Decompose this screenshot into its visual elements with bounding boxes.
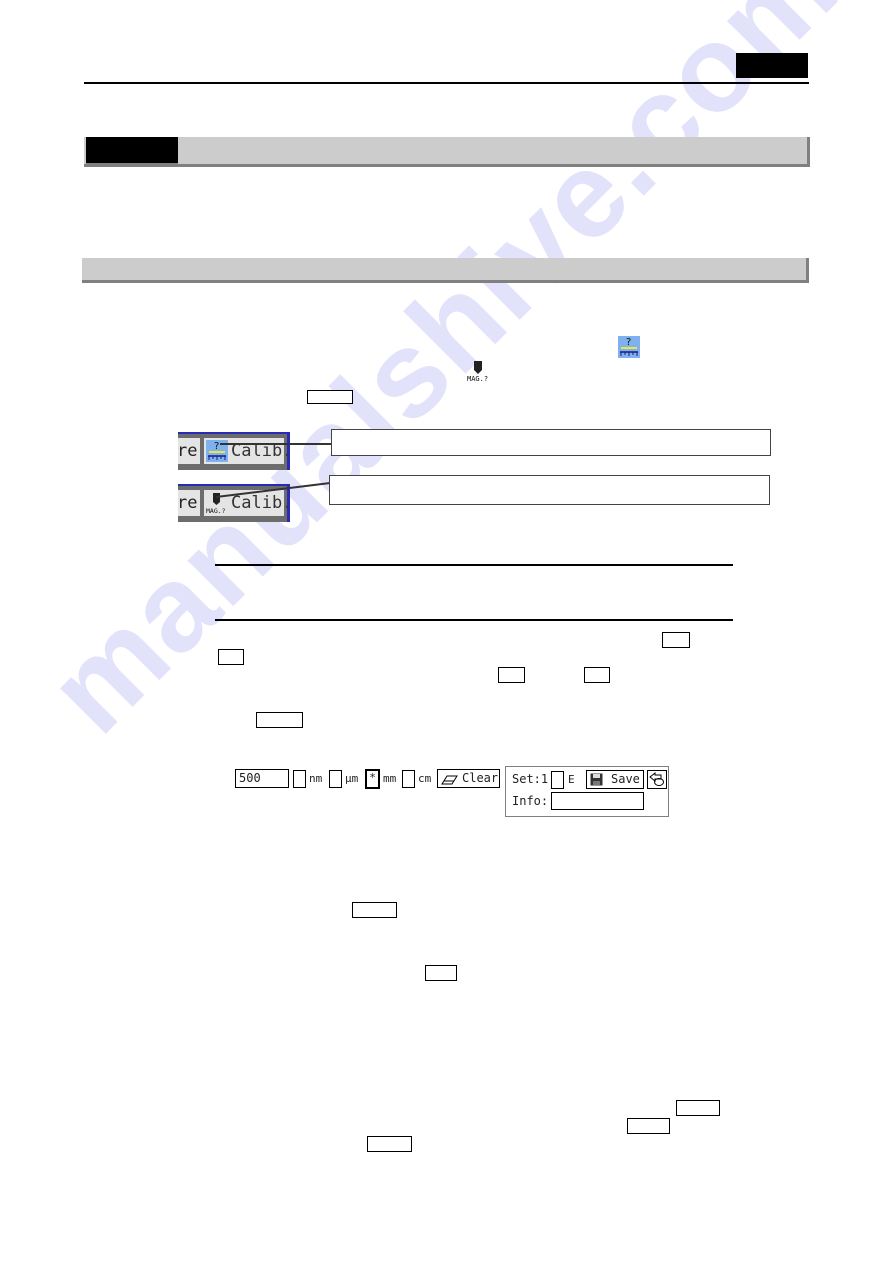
clear-button[interactable]: Clear — [437, 769, 500, 788]
key-button-ref — [352, 902, 397, 918]
header-rule — [84, 82, 809, 84]
note-top-rule — [215, 564, 733, 566]
info-label: Info: — [512, 794, 549, 808]
unit-cm-checkbox[interactable] — [402, 770, 415, 788]
key-button-ref — [307, 390, 353, 404]
e-label: E — [568, 773, 575, 786]
undo-button[interactable] — [647, 770, 667, 789]
ruler-question-icon: ? — [618, 336, 640, 358]
previous-button-fragment: re — [178, 490, 200, 516]
unit-mm-checkbox[interactable]: * — [365, 769, 380, 789]
calib-button[interactable]: ? Calib. — [204, 438, 292, 464]
e-checkbox[interactable] — [551, 771, 564, 789]
unit-cm-label: cm — [418, 772, 432, 785]
clear-button-label: Clear — [462, 771, 499, 785]
calib-button-label: Calib. — [231, 441, 293, 461]
save-button-label: Save — [611, 772, 640, 786]
key-button-ref — [676, 1100, 720, 1116]
unit-um-label: µm — [345, 772, 359, 785]
svg-text:MAG.?: MAG.? — [206, 507, 226, 514]
key-button-ref — [662, 632, 690, 648]
section-body-text — [100, 185, 800, 225]
save-button[interactable]: Save — [586, 770, 644, 789]
info-input[interactable] — [551, 792, 644, 810]
set-label: Set:1 — [512, 772, 549, 786]
subsection-heading-bar — [82, 258, 809, 283]
previous-button-fragment: re — [178, 438, 200, 464]
key-button-ref — [584, 667, 610, 683]
mag-question-icon: MAG.? — [466, 360, 490, 383]
note-text — [215, 570, 733, 614]
section-heading-bar — [84, 137, 810, 167]
unit-nm-checkbox[interactable] — [293, 770, 306, 788]
floppy-disk-icon — [590, 773, 603, 791]
svg-text:MAG.?: MAG.? — [467, 375, 488, 382]
unit-um-checkbox[interactable] — [329, 770, 342, 788]
svg-text:?: ? — [214, 441, 219, 452]
svg-text:?: ? — [626, 337, 631, 348]
key-button-ref — [367, 1136, 412, 1152]
key-button-ref — [218, 649, 244, 665]
toolbar-screenshot-calib: re ? Calib. — [178, 432, 292, 470]
subsection-intro-text — [100, 300, 800, 400]
key-button-ref — [256, 712, 303, 728]
length-value-input[interactable]: 500 — [235, 769, 289, 788]
eraser-icon — [441, 772, 459, 791]
callout-box — [331, 429, 771, 456]
key-button-ref — [498, 667, 525, 683]
unit-nm-label: nm — [309, 772, 323, 785]
page-tag — [736, 53, 808, 78]
callout-box — [329, 475, 770, 505]
callout-leader-line — [220, 443, 332, 445]
key-button-ref — [425, 965, 457, 981]
section-number-block — [86, 137, 178, 164]
unit-mm-label: mm — [383, 772, 397, 785]
note-bottom-rule — [215, 619, 733, 621]
set-panel: Set:1 E Save Info: — [505, 766, 669, 817]
undo-arrow-icon — [649, 771, 665, 790]
key-button-ref — [627, 1118, 670, 1134]
